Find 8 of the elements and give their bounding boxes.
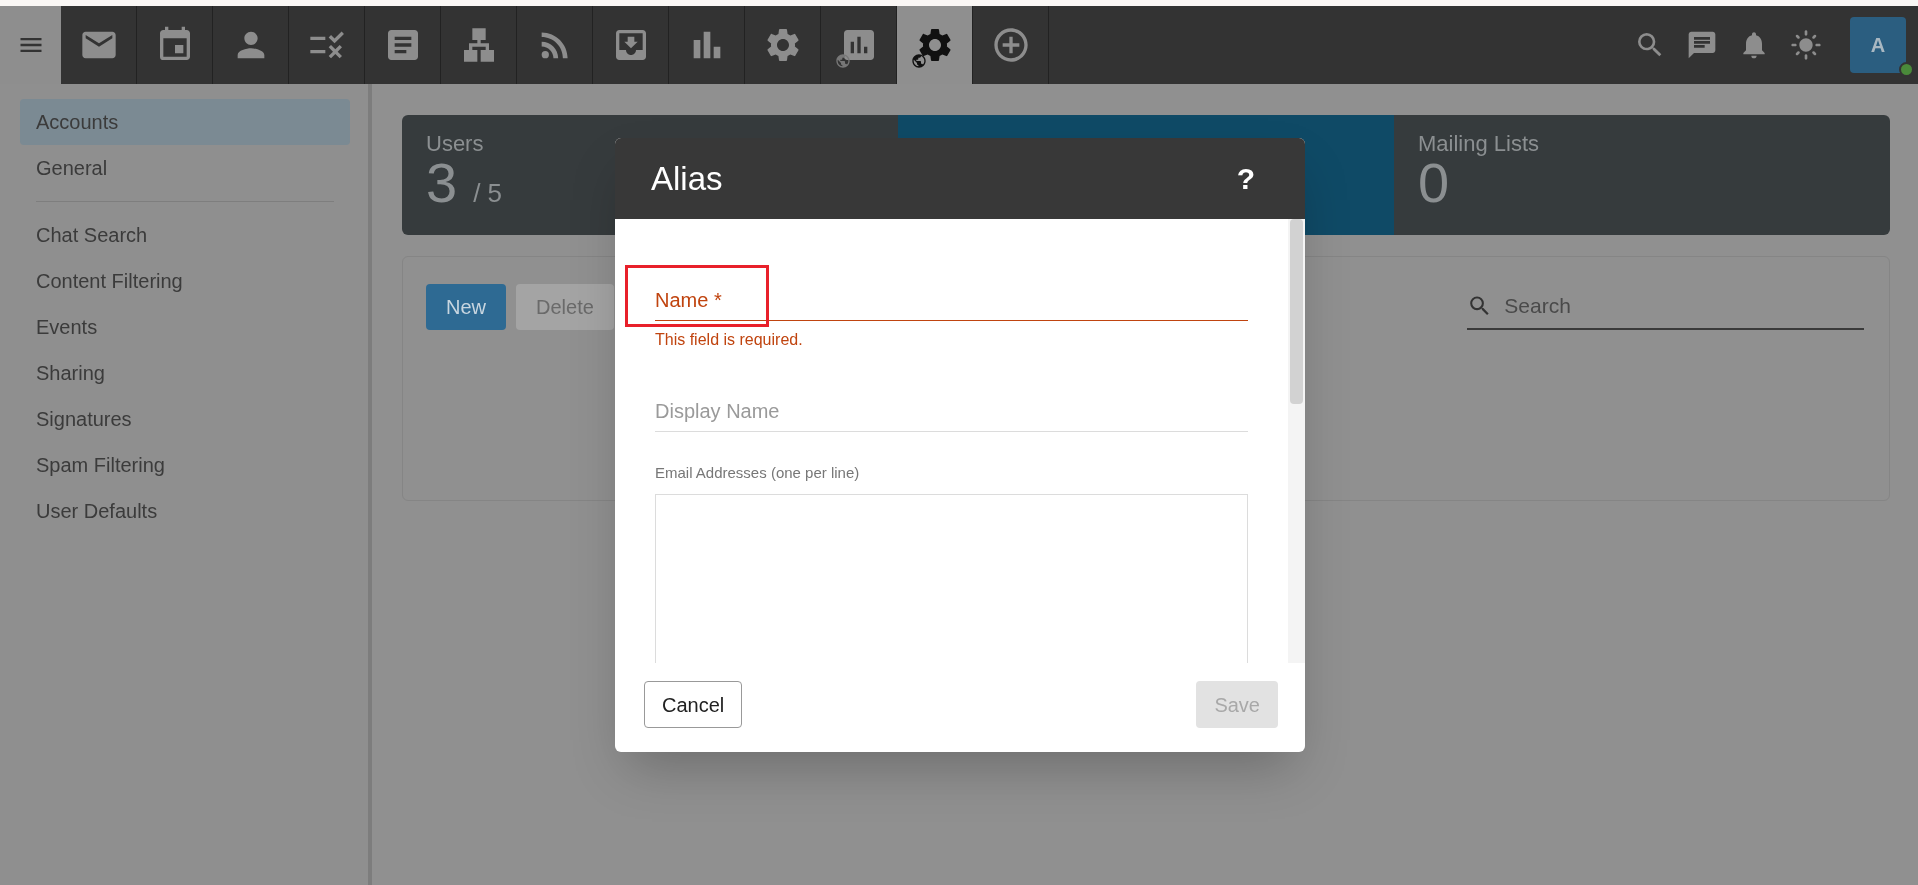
stat-value: 0: [1418, 155, 1450, 211]
stat-label: Mailing Lists: [1418, 133, 1541, 155]
stat-value: 3: [426, 155, 458, 211]
stat-limit: / 5: [473, 177, 503, 210]
email-addresses-label: Email Addresses (one per line): [655, 463, 861, 483]
error-message: This field is required.: [655, 330, 804, 350]
dialog-title: Alias: [651, 158, 723, 199]
stat-label: Users: [426, 133, 485, 155]
